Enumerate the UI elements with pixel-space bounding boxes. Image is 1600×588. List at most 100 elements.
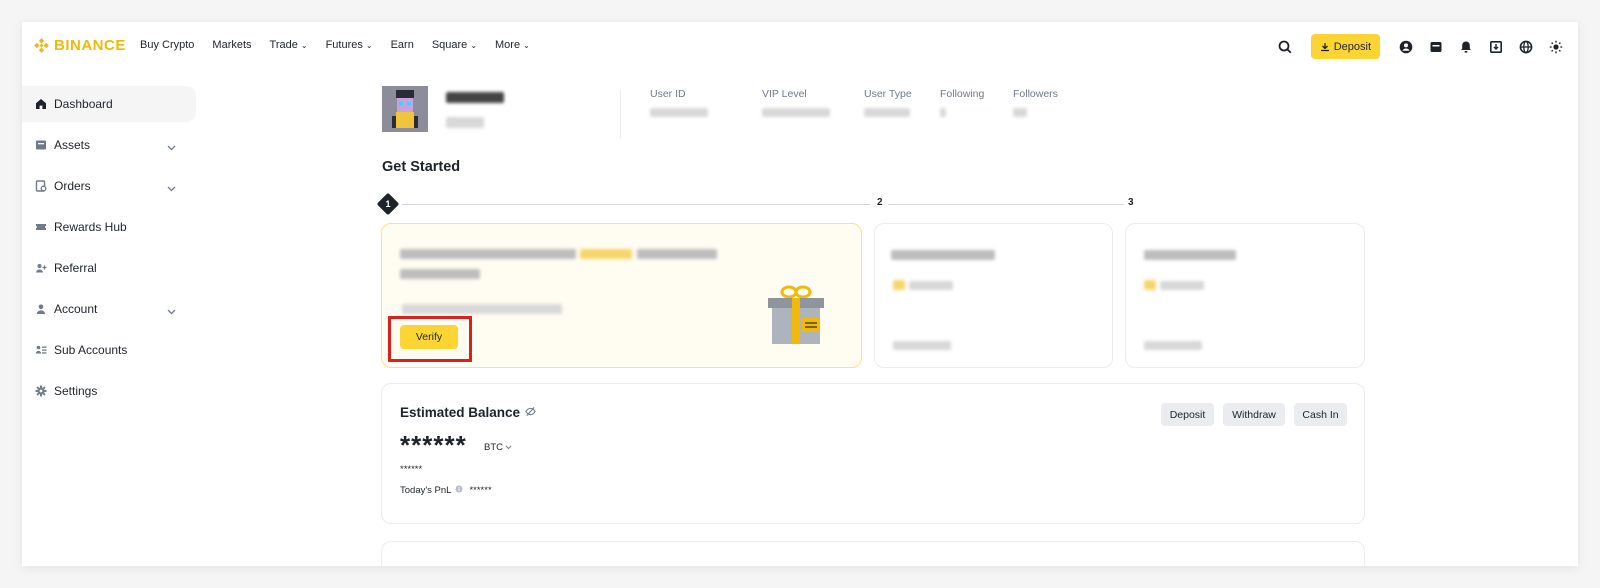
nav-futures[interactable]: Futures ⌄ xyxy=(326,39,373,51)
balance-withdraw-button[interactable]: Withdraw xyxy=(1223,403,1285,426)
balance-deposit-button[interactable]: Deposit xyxy=(1161,403,1214,426)
chevron-down-icon: ⌄ xyxy=(523,40,530,50)
balance-masked-value: ****** xyxy=(400,430,467,460)
step-connector xyxy=(888,204,1124,205)
nav-square[interactable]: Square ⌄ xyxy=(432,39,477,51)
avatar-image xyxy=(382,86,428,132)
wallet-icon[interactable] xyxy=(1426,37,1446,57)
avatar[interactable] xyxy=(382,86,428,132)
get-started-title: Get Started xyxy=(382,159,461,175)
sidebar-item-label: Account xyxy=(54,302,98,316)
step-3-card xyxy=(1125,223,1365,368)
stat-followers[interactable]: Followers xyxy=(1013,88,1058,120)
sidebar-item-label: Rewards Hub xyxy=(54,220,127,234)
chevron-down-icon xyxy=(167,181,176,195)
sidebar-item-dashboard[interactable]: Dashboard xyxy=(22,86,196,122)
step-1-headline xyxy=(400,246,717,264)
balance-fiat-value: ****** xyxy=(400,464,423,475)
verify-button[interactable]: Verify xyxy=(400,325,458,349)
step-connector xyxy=(402,204,870,205)
stat-vip-level: VIP Level xyxy=(762,88,830,120)
currency-selector[interactable]: BTC xyxy=(484,442,512,453)
app-window: BINANCE Buy Crypto Markets Trade ⌄ Future… xyxy=(22,22,1578,566)
balance-cash-in-button[interactable]: Cash In xyxy=(1294,403,1347,426)
nav-label: Markets xyxy=(212,39,252,51)
download-icon xyxy=(1320,42,1329,51)
nav-markets[interactable]: Markets xyxy=(212,39,251,51)
sidebar-item-label: Orders xyxy=(54,179,91,193)
chevron-down-icon: ⌄ xyxy=(300,40,308,50)
stat-user-id: User ID xyxy=(650,88,708,120)
step-1-headline-line2 xyxy=(400,266,480,284)
profile-icon[interactable] xyxy=(1396,37,1416,57)
sidebar-item-rewards-hub[interactable]: Rewards Hub xyxy=(22,209,198,245)
user-plus-icon xyxy=(34,261,48,275)
home-icon xyxy=(34,97,48,111)
stat-following[interactable]: Following xyxy=(940,88,984,120)
chevron-down-icon: ⌄ xyxy=(365,40,373,50)
sidebar-item-label: Assets xyxy=(54,138,91,152)
chevron-down-icon xyxy=(505,442,512,453)
search-icon[interactable] xyxy=(1275,37,1295,57)
nav-label: Earn xyxy=(390,39,414,51)
nav-label: Square xyxy=(431,39,468,51)
info-icon[interactable] xyxy=(455,485,463,496)
nav-label: Buy Crypto xyxy=(140,39,195,51)
sidebar-item-label: Dashboard xyxy=(54,97,113,111)
ticket-icon xyxy=(34,220,48,234)
gift-icon xyxy=(768,285,824,344)
binance-logo[interactable]: BINANCE xyxy=(34,37,126,54)
deposit-label: Deposit xyxy=(1333,40,1371,53)
sidebar-item-label: Settings xyxy=(54,384,98,398)
theme-icon[interactable] xyxy=(1546,37,1566,57)
user-icon xyxy=(34,302,48,316)
stat-label: Followers xyxy=(1013,88,1058,100)
balance-title: Estimated Balance xyxy=(400,405,536,420)
sidebar-item-assets[interactable]: Assets xyxy=(22,127,198,163)
estimated-balance-card: Estimated Balance ****** BTC ****** Toda… xyxy=(381,383,1365,524)
step-1-number: 1 xyxy=(385,199,391,209)
sidebar-item-referral[interactable]: Referral xyxy=(22,250,198,286)
sidebar-item-account[interactable]: Account xyxy=(22,291,198,327)
download-app-icon[interactable] xyxy=(1486,37,1506,57)
chevron-down-icon: ⌄ xyxy=(470,40,478,50)
stat-label: VIP Level xyxy=(762,88,807,100)
stat-label: User ID xyxy=(650,88,686,100)
globe-icon[interactable] xyxy=(1516,37,1536,57)
stat-label: Following xyxy=(940,88,985,100)
sidebar-item-label: Referral xyxy=(54,261,97,275)
orders-icon xyxy=(34,179,48,193)
sub-accounts-icon xyxy=(34,343,48,357)
next-section-card xyxy=(381,541,1365,566)
sidebar-item-label: Sub Accounts xyxy=(54,343,128,357)
sidebar-item-settings[interactable]: Settings xyxy=(22,373,198,409)
todays-pnl: Today's PnL ****** xyxy=(400,485,492,496)
nav-label: Trade xyxy=(269,39,298,51)
top-navbar: BINANCE Buy Crypto Markets Trade ⌄ Future… xyxy=(22,22,1578,70)
profile-subtext xyxy=(446,115,484,133)
nav-buy-crypto[interactable]: Buy Crypto xyxy=(140,39,194,51)
stat-label: User Type xyxy=(864,88,912,100)
eye-hidden-icon[interactable] xyxy=(525,405,536,420)
currency-label: BTC xyxy=(484,442,503,453)
stat-user-type: User Type xyxy=(864,88,912,120)
sidebar-item-sub-accounts[interactable]: Sub Accounts xyxy=(22,332,198,368)
step-3-number: 3 xyxy=(1128,197,1134,208)
gear-icon xyxy=(34,384,48,398)
pnl-value: ****** xyxy=(469,485,492,496)
step-2-number: 2 xyxy=(877,197,883,208)
nav-label: Futures xyxy=(325,39,363,51)
nav-trade[interactable]: Trade ⌄ xyxy=(270,39,308,51)
balance-title-text: Estimated Balance xyxy=(400,405,521,420)
step-2-card xyxy=(874,223,1113,368)
sidebar-item-orders[interactable]: Orders xyxy=(22,168,198,204)
wallet-icon xyxy=(34,138,48,152)
nav-label: More xyxy=(495,39,521,51)
chevron-down-icon xyxy=(167,304,176,318)
nav-earn[interactable]: Earn xyxy=(391,39,414,51)
bell-icon[interactable] xyxy=(1456,37,1476,57)
nav-more[interactable]: More ⌄ xyxy=(495,39,530,51)
main-nav: Buy Crypto Markets Trade ⌄ Futures ⌄ Earn … xyxy=(140,39,530,51)
header-deposit-button[interactable]: Deposit xyxy=(1310,34,1380,59)
header-actions: Deposit xyxy=(1275,34,1566,59)
